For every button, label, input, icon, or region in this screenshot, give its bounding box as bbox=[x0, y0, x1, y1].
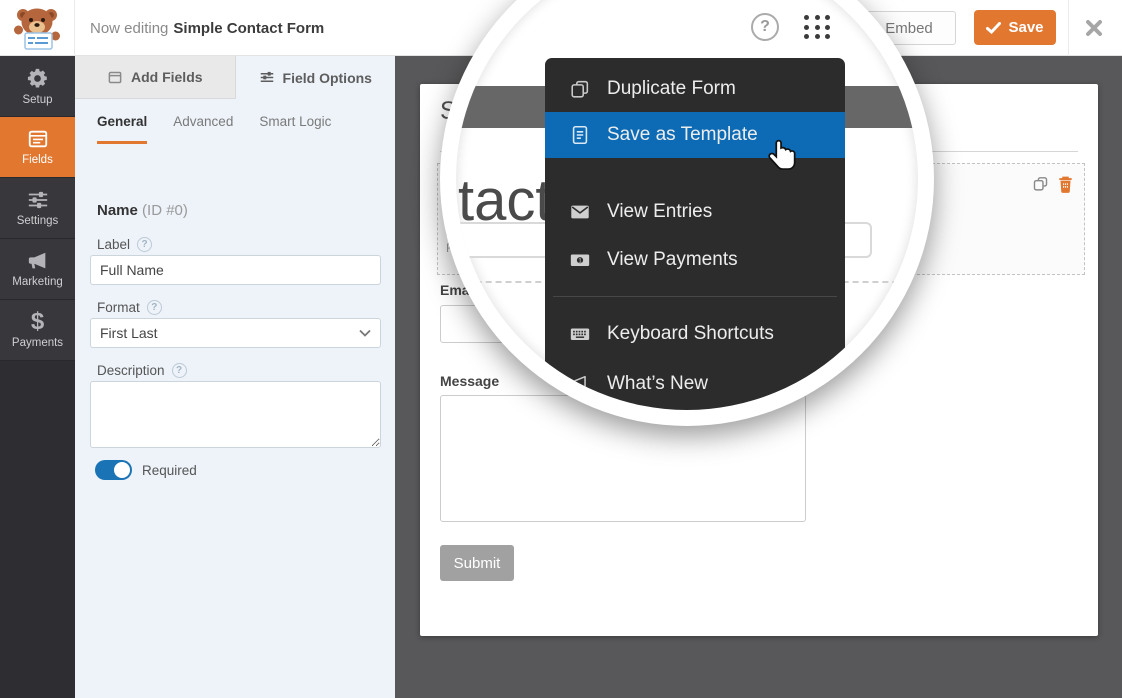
field-options-panel: Add Fields Field Options General Advance… bbox=[75, 56, 395, 698]
description-field-label: Description ? bbox=[97, 363, 187, 378]
money-icon: 1 bbox=[569, 249, 591, 271]
menu-item-save-as-template[interactable]: Save as Template bbox=[545, 112, 845, 158]
submit-button-preview[interactable]: Submit bbox=[440, 545, 514, 581]
hand-cursor-icon bbox=[768, 138, 800, 174]
subtab-general[interactable]: General bbox=[97, 104, 147, 144]
gear-icon bbox=[26, 67, 49, 90]
keyboard-icon bbox=[569, 323, 591, 345]
sliders-icon bbox=[26, 189, 50, 211]
app-logo bbox=[0, 0, 75, 56]
question-help-icon[interactable]: ? bbox=[172, 363, 187, 378]
menu-separator bbox=[553, 296, 837, 297]
sidebar-item-setup[interactable]: Setup bbox=[0, 56, 75, 117]
field-options-icon bbox=[259, 70, 275, 85]
field-heading: Name (ID #0) bbox=[97, 202, 188, 219]
description-textarea[interactable] bbox=[90, 381, 381, 448]
builder-dropdown-menu: Duplicate Form Save as Template View Ent… bbox=[545, 58, 845, 410]
now-editing-text: Now editing Simple Contact Form bbox=[90, 0, 324, 56]
format-select[interactable]: First Last bbox=[90, 318, 381, 348]
subtab-smart-logic[interactable]: Smart Logic bbox=[259, 104, 331, 144]
envelope-icon bbox=[569, 201, 591, 223]
nav-sidebar: Setup Fields Settings Marketing $ Paymen… bbox=[0, 56, 75, 698]
template-icon bbox=[569, 124, 591, 146]
sidebar-item-fields[interactable]: Fields bbox=[0, 117, 75, 178]
trash-icon[interactable] bbox=[1057, 175, 1074, 194]
sidebar-item-marketing[interactable]: Marketing bbox=[0, 239, 75, 300]
message-field-label: Message bbox=[440, 373, 499, 389]
wpforms-builder: Now editing Simple Contact Form Embed Sa… bbox=[0, 0, 1122, 698]
sidebar-item-settings[interactable]: Settings bbox=[0, 178, 75, 239]
magnified-form-title-fragment: tact bbox=[458, 172, 552, 230]
header-divider-2 bbox=[1068, 0, 1069, 56]
add-fields-icon bbox=[107, 70, 123, 85]
menu-item-duplicate-form[interactable]: Duplicate Form bbox=[545, 66, 845, 112]
save-button[interactable]: Save bbox=[974, 10, 1056, 45]
question-help-icon[interactable]: ? bbox=[147, 300, 162, 315]
required-toggle-label: Required bbox=[142, 463, 197, 478]
question-help-icon[interactable]: ? bbox=[137, 237, 152, 252]
duplicate-icon bbox=[569, 78, 591, 100]
dollar-icon: $ bbox=[31, 311, 44, 333]
panel-tabs: Add Fields Field Options bbox=[75, 56, 395, 99]
menu-item-view-entries[interactable]: View Entries bbox=[545, 188, 845, 236]
subtabs: General Advanced Smart Logic bbox=[97, 104, 331, 144]
bear-logo bbox=[14, 4, 60, 52]
tab-field-options[interactable]: Field Options bbox=[236, 56, 396, 99]
svg-text:1: 1 bbox=[578, 257, 582, 264]
sidebar-item-payments[interactable]: $ Payments bbox=[0, 300, 75, 361]
help-icon[interactable]: ? bbox=[751, 13, 779, 41]
fields-icon bbox=[26, 128, 50, 150]
chevron-down-icon bbox=[359, 329, 371, 337]
subtab-advanced[interactable]: Advanced bbox=[173, 104, 233, 144]
grid-menu-icon[interactable] bbox=[804, 15, 832, 41]
menu-item-view-payments[interactable]: 1 View Payments bbox=[545, 236, 845, 284]
menu-item-whats-new[interactable]: What’s New bbox=[545, 360, 845, 408]
tab-add-fields[interactable]: Add Fields bbox=[75, 56, 236, 99]
announce-icon bbox=[569, 373, 591, 395]
magnifier-lens: tact Duplicate Form Save as Template Vie… bbox=[456, 0, 918, 410]
megaphone-icon bbox=[26, 250, 50, 272]
check-icon bbox=[986, 22, 1001, 34]
form-name: Simple Contact Form bbox=[173, 20, 324, 37]
close-button[interactable] bbox=[1082, 16, 1106, 40]
close-icon bbox=[1084, 18, 1104, 38]
menu-item-keyboard-shortcuts[interactable]: Keyboard Shortcuts bbox=[545, 310, 845, 358]
required-toggle[interactable] bbox=[95, 460, 132, 480]
format-field-label: Format ? bbox=[97, 300, 162, 315]
toggle-knob bbox=[114, 462, 130, 478]
label-input[interactable] bbox=[90, 255, 381, 285]
duplicate-field-icon[interactable] bbox=[1032, 175, 1049, 192]
label-field-label: Label ? bbox=[97, 237, 152, 252]
